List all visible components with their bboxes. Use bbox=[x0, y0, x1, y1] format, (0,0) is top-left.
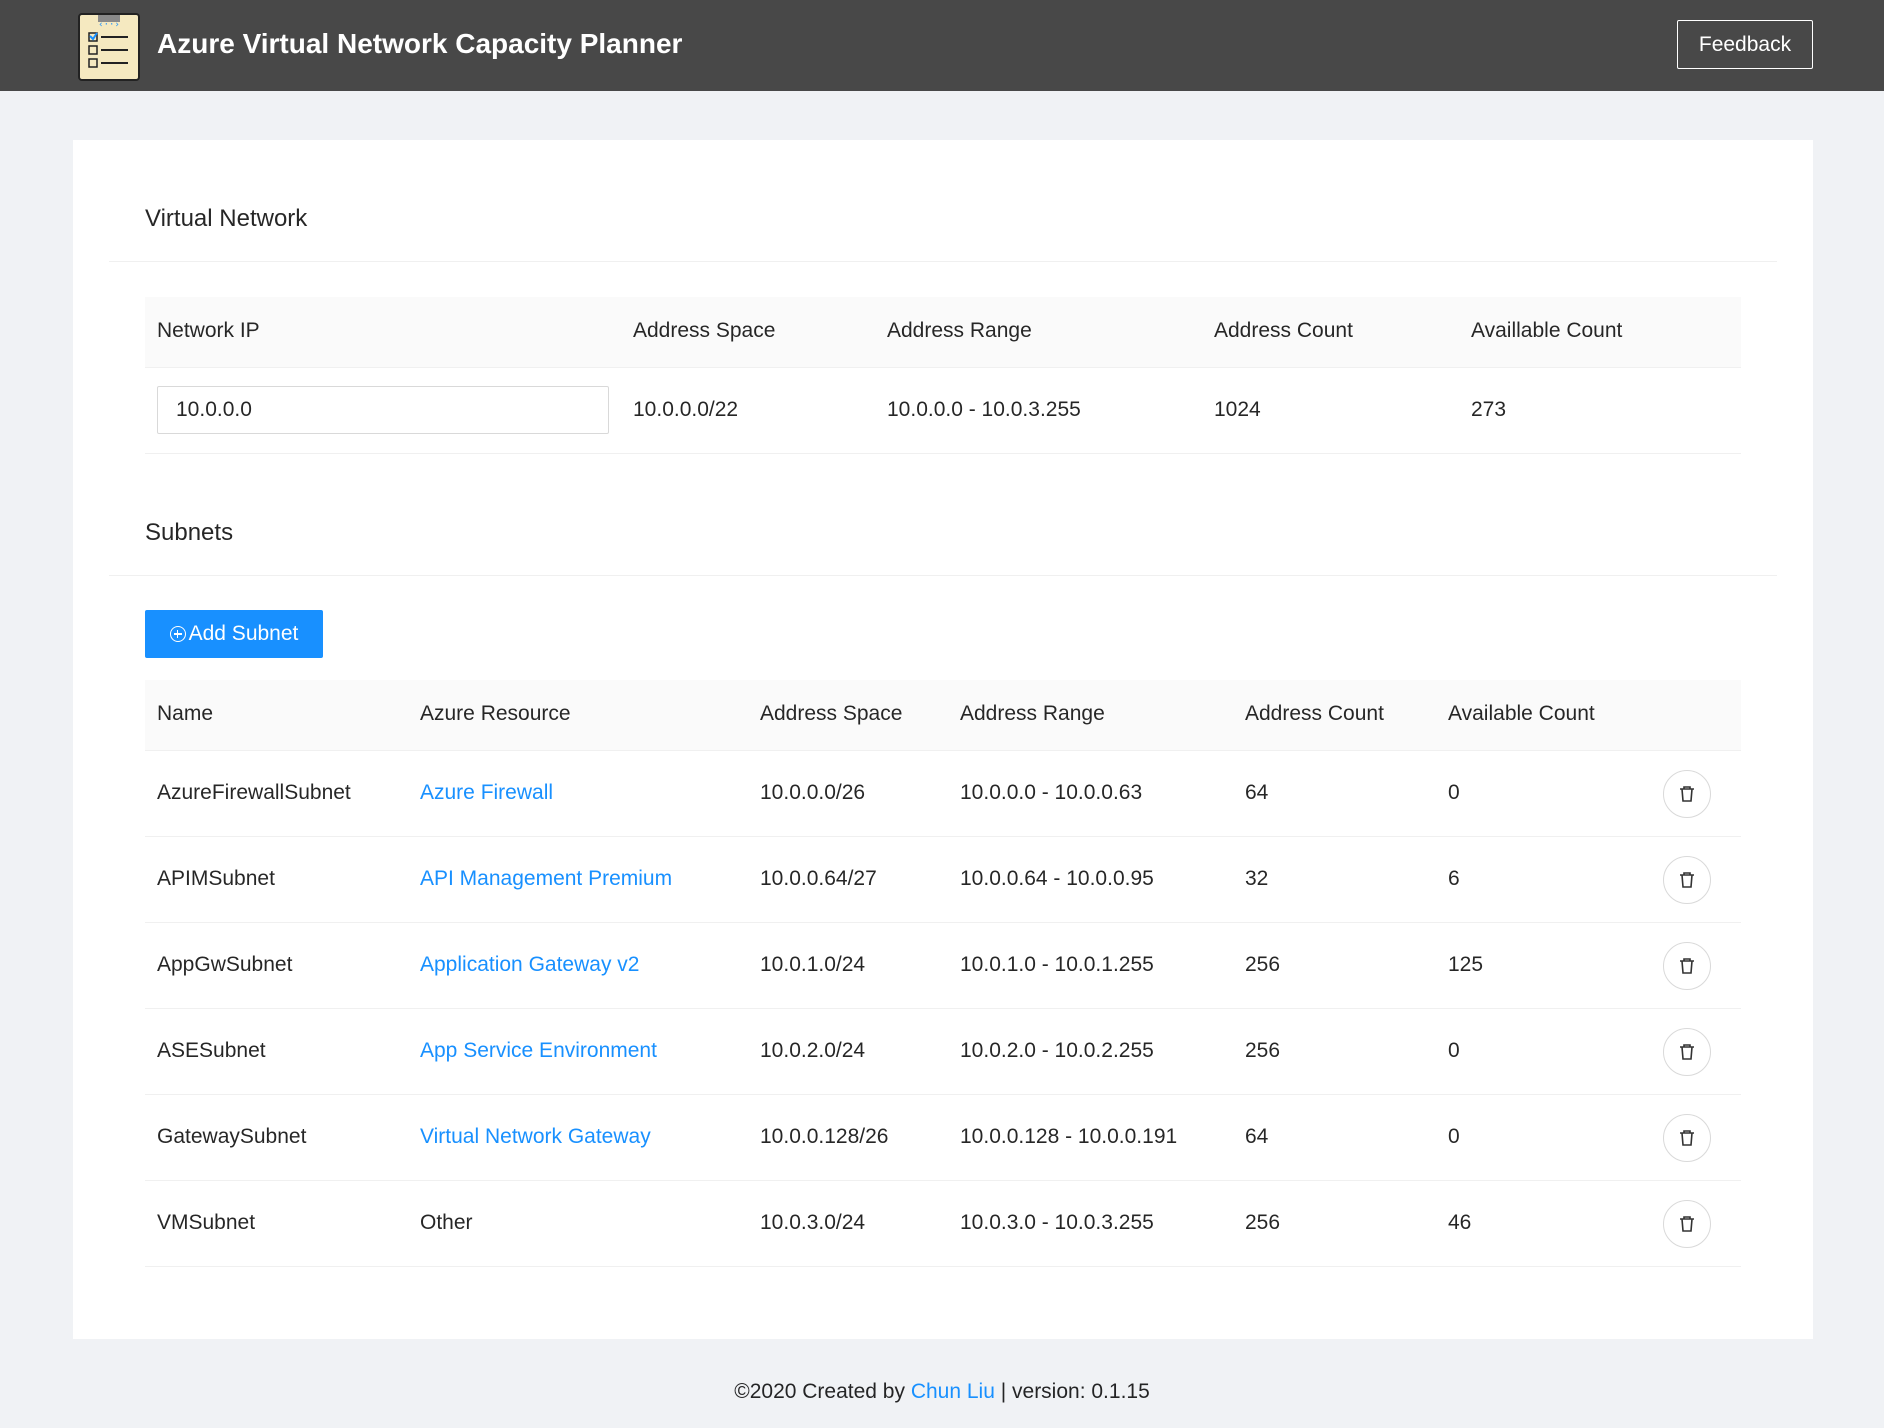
table-row: VMSubnet Other 10.0.3.0/24 10.0.3.0 - 10… bbox=[145, 1181, 1741, 1267]
col-address-space: Address Space bbox=[633, 319, 776, 342]
author-link[interactable]: Chun Liu bbox=[911, 1380, 995, 1403]
resource-text: Other bbox=[420, 1211, 473, 1234]
vnet-table-header: Network IP Address Space Address Range A… bbox=[145, 297, 1741, 368]
subnet-address-space: 10.0.1.0/24 bbox=[760, 953, 866, 976]
subnets-table-header: Name Azure Resource Address Space Addres… bbox=[145, 680, 1741, 751]
subnet-name: VMSubnet bbox=[157, 1211, 256, 1234]
vnet-address-count: 1024 bbox=[1214, 398, 1261, 421]
subnet-name: ASESubnet bbox=[157, 1039, 266, 1062]
subnet-address-space: 10.0.2.0/24 bbox=[760, 1039, 866, 1062]
subnet-address-space: 10.0.3.0/24 bbox=[760, 1211, 866, 1234]
col-available-count: Availlable Count bbox=[1471, 319, 1623, 342]
app-header: ‹··› Azure Virtual Network Capacity Plan… bbox=[0, 0, 1884, 91]
trash-icon bbox=[1680, 872, 1694, 888]
add-subnet-label: Add Subnet bbox=[188, 622, 299, 645]
col-address-space: Address Space bbox=[760, 702, 903, 725]
trash-icon bbox=[1680, 1216, 1694, 1232]
checklist-network-icon: ‹··› bbox=[78, 13, 140, 81]
plus-circle-icon bbox=[169, 626, 186, 642]
subnet-address-count: 256 bbox=[1245, 1039, 1281, 1062]
subnet-name: AppGwSubnet bbox=[157, 953, 293, 976]
footer-suffix: | version: 0.1.15 bbox=[994, 1380, 1150, 1403]
col-azure-resource: Azure Resource bbox=[420, 702, 571, 725]
delete-subnet-button[interactable] bbox=[1663, 1114, 1711, 1162]
vnet-section-title: Virtual Network bbox=[145, 205, 308, 232]
subnet-available-count: 46 bbox=[1448, 1211, 1472, 1234]
subnet-address-range: 10.0.2.0 - 10.0.2.255 bbox=[960, 1039, 1154, 1062]
footer: ©2020 Created by Chun Liu | version: 0.1… bbox=[0, 1380, 1884, 1404]
main-card: Virtual Network Network IP Address Space… bbox=[73, 140, 1813, 1339]
subnet-address-count: 256 bbox=[1245, 1211, 1281, 1234]
subnet-address-range: 10.0.0.64 - 10.0.0.95 bbox=[960, 867, 1154, 890]
subnet-available-count: 0 bbox=[1448, 1039, 1460, 1062]
delete-subnet-button[interactable] bbox=[1663, 770, 1711, 818]
delete-subnet-button[interactable] bbox=[1663, 1200, 1711, 1248]
col-address-count: Address Count bbox=[1245, 702, 1384, 725]
subnets-table: Name Azure Resource Address Space Addres… bbox=[145, 680, 1741, 1267]
trash-icon bbox=[1680, 1044, 1694, 1060]
col-address-range: Address Range bbox=[960, 702, 1105, 725]
table-row: AppGwSubnet Application Gateway v2 10.0.… bbox=[145, 923, 1741, 1009]
divider bbox=[109, 575, 1777, 576]
subnet-address-count: 64 bbox=[1245, 781, 1269, 804]
subnet-available-count: 0 bbox=[1448, 781, 1460, 804]
subnet-name: GatewaySubnet bbox=[157, 1125, 307, 1148]
feedback-button[interactable]: Feedback bbox=[1677, 20, 1813, 69]
delete-subnet-button[interactable] bbox=[1663, 1028, 1711, 1076]
delete-subnet-button[interactable] bbox=[1663, 942, 1711, 990]
subnet-address-range: 10.0.3.0 - 10.0.3.255 bbox=[960, 1211, 1154, 1234]
trash-icon bbox=[1680, 1130, 1694, 1146]
vnet-available-count: 273 bbox=[1471, 398, 1507, 421]
col-network-ip: Network IP bbox=[157, 319, 260, 342]
subnet-address-space: 10.0.0.64/27 bbox=[760, 867, 877, 890]
col-available-count: Available Count bbox=[1448, 702, 1595, 725]
divider bbox=[109, 261, 1777, 262]
vnet-address-space: 10.0.0.0/22 bbox=[633, 398, 739, 421]
subnet-available-count: 0 bbox=[1448, 1125, 1460, 1148]
subnet-name: APIMSubnet bbox=[157, 867, 275, 890]
trash-icon bbox=[1680, 958, 1694, 974]
network-ip-input[interactable] bbox=[157, 386, 609, 434]
subnet-address-range: 10.0.1.0 - 10.0.1.255 bbox=[960, 953, 1154, 976]
subnet-address-count: 256 bbox=[1245, 953, 1281, 976]
col-address-range: Address Range bbox=[887, 319, 1032, 342]
subnets-section-title: Subnets bbox=[145, 519, 234, 546]
vnet-row: 10.0.0.0/22 10.0.0.0 - 10.0.3.255 1024 2… bbox=[145, 368, 1741, 454]
table-row: ASESubnet App Service Environment 10.0.2… bbox=[145, 1009, 1741, 1095]
subnet-available-count: 125 bbox=[1448, 953, 1484, 976]
vnet-address-range: 10.0.0.0 - 10.0.3.255 bbox=[887, 398, 1081, 421]
subnet-available-count: 6 bbox=[1448, 867, 1460, 890]
resource-link[interactable]: API Management Premium bbox=[420, 867, 672, 891]
resource-link[interactable]: Azure Firewall bbox=[420, 781, 553, 805]
table-row: AzureFirewallSubnet Azure Firewall 10.0.… bbox=[145, 751, 1741, 837]
svg-text:‹··›: ‹··› bbox=[98, 20, 120, 30]
vnet-table: Network IP Address Space Address Range A… bbox=[145, 297, 1741, 454]
subnet-name: AzureFirewallSubnet bbox=[157, 781, 351, 804]
subnet-address-range: 10.0.0.128 - 10.0.0.191 bbox=[960, 1125, 1178, 1148]
table-row: GatewaySubnet Virtual Network Gateway 10… bbox=[145, 1095, 1741, 1181]
trash-icon bbox=[1680, 786, 1694, 802]
resource-link[interactable]: Application Gateway v2 bbox=[420, 953, 639, 977]
table-row: APIMSubnet API Management Premium 10.0.0… bbox=[145, 837, 1741, 923]
add-subnet-button[interactable]: Add Subnet bbox=[145, 610, 323, 658]
subnet-address-range: 10.0.0.0 - 10.0.0.63 bbox=[960, 781, 1143, 804]
col-address-count: Address Count bbox=[1214, 319, 1353, 342]
delete-subnet-button[interactable] bbox=[1663, 856, 1711, 904]
subnet-address-count: 32 bbox=[1245, 867, 1269, 890]
col-name: Name bbox=[157, 702, 214, 725]
app-title: Azure Virtual Network Capacity Planner bbox=[157, 28, 683, 59]
footer-prefix: ©2020 Created by bbox=[734, 1380, 911, 1403]
resource-link[interactable]: Virtual Network Gateway bbox=[420, 1125, 651, 1149]
subnet-address-space: 10.0.0.0/26 bbox=[760, 781, 866, 804]
subnet-address-space: 10.0.0.128/26 bbox=[760, 1125, 889, 1148]
subnet-address-count: 64 bbox=[1245, 1125, 1269, 1148]
resource-link[interactable]: App Service Environment bbox=[420, 1039, 657, 1063]
